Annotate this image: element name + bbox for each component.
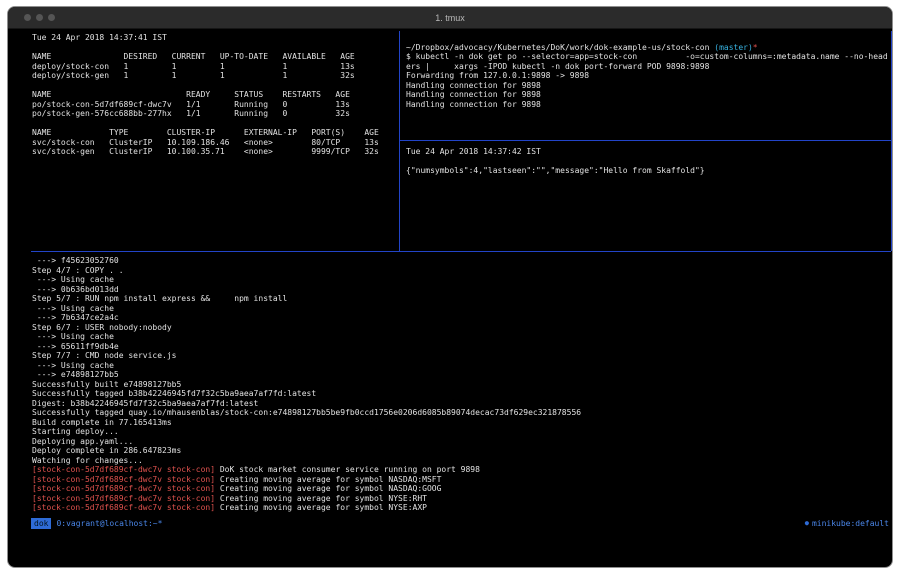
minimize-window-button[interactable]	[36, 14, 43, 21]
terminal-line: $ kubectl -n dok get po --selector=app=s…	[406, 52, 890, 62]
terminal-line: po/stock-gen-576cc688bb-277hx 1/1 Runnin…	[32, 109, 398, 119]
pod-log-message: Creating moving average for symbol NYSE:…	[215, 503, 427, 512]
terminal-line: Starting deploy...	[32, 427, 890, 437]
pod-log-prefix: [stock-con-5d7df689cf-dwc7v stock-con]	[32, 465, 215, 474]
terminal-line	[32, 43, 398, 53]
pane-port-forward[interactable]: ~/Dropbox/advocacy/Kubernetes/DoK/work/d…	[406, 33, 890, 139]
pane-border-horizontal-full	[31, 251, 891, 252]
terminal-line: ---> f45623052760	[32, 256, 890, 266]
pane-kubectl-resources[interactable]: Tue 24 Apr 2018 14:37:41 IST NAME DESIRED…	[32, 33, 398, 251]
terminal-line: ---> e74898127bb5	[32, 370, 890, 380]
terminal-line: Handling connection for 9898	[406, 81, 890, 91]
terminal-line: ---> 0b636bd013dd	[32, 285, 890, 295]
minikube-icon: ●	[805, 518, 809, 529]
kube-context-label: minikube:default	[812, 518, 889, 529]
pod-log-prefix: [stock-con-5d7df689cf-dwc7v stock-con]	[32, 494, 215, 503]
terminal-window: 1. tmux Tue 24 Apr 2018 14:37:41 IST NAME…	[7, 6, 893, 568]
terminal-line: Step 6/7 : USER nobody:nobody	[32, 323, 890, 333]
terminal-line: Tue 24 Apr 2018 14:37:41 IST	[32, 33, 398, 43]
terminal-line: [stock-con-5d7df689cf-dwc7v stock-con] C…	[32, 484, 890, 494]
terminal-line: Successfully tagged quay.io/mhausenblas/…	[32, 408, 890, 418]
close-window-button[interactable]	[24, 14, 31, 21]
traffic-lights	[24, 7, 55, 28]
terminal-line	[32, 119, 398, 129]
terminal-line: Forwarding from 127.0.0.1:9898 -> 9898	[406, 71, 890, 81]
tmux-status-bar: dok 0:vagrant@localhost:~* ● minikube:de…	[31, 518, 891, 529]
terminal-line: deploy/stock-con 1 1 1 1 13s	[32, 62, 398, 72]
terminal-line: Step 5/7 : RUN npm install express && np…	[32, 294, 890, 304]
screenshot-background: 1. tmux Tue 24 Apr 2018 14:37:41 IST NAME…	[0, 0, 900, 574]
terminal-line: NAME DESIRED CURRENT UP-TO-DATE AVAILABL…	[32, 52, 398, 62]
window-title: 1. tmux	[435, 13, 465, 23]
tmux-status-right: ● minikube:default	[805, 518, 891, 529]
terminal-line: {"numsymbols":4,"lastseen":"","message":…	[406, 166, 890, 176]
pod-log-message: Creating moving average for symbol NASDA…	[215, 475, 441, 484]
terminal-line: [stock-con-5d7df689cf-dwc7v stock-con] C…	[32, 475, 890, 485]
terminal-line: ~/Dropbox/advocacy/Kubernetes/DoK/work/d…	[406, 43, 890, 53]
terminal-line	[32, 81, 398, 91]
pane-service-response[interactable]: Tue 24 Apr 2018 14:37:42 IST {"numsymbols…	[406, 144, 890, 249]
window-titlebar[interactable]: 1. tmux	[8, 7, 892, 29]
terminal-line: NAME READY STATUS RESTARTS AGE	[32, 90, 398, 100]
terminal-line: ---> Using cache	[32, 332, 890, 342]
zoom-window-button[interactable]	[48, 14, 55, 21]
terminal-line: ---> 7b6347ce2a4c	[32, 313, 890, 323]
terminal-line: ers | xargs -IPOD kubectl -n dok port-fo…	[406, 62, 890, 72]
terminal-line: Deploying app.yaml...	[32, 437, 890, 447]
terminal-line: po/stock-con-5d7df689cf-dwc7v 1/1 Runnin…	[32, 100, 398, 110]
terminal-line: Step 7/7 : CMD node service.js	[32, 351, 890, 361]
terminal-line: Handling connection for 9898	[406, 100, 890, 110]
terminal-line	[406, 157, 890, 167]
cwd-path: ~/Dropbox/advocacy/Kubernetes/DoK/work/d…	[406, 43, 714, 52]
terminal-line: Handling connection for 9898	[406, 90, 890, 100]
terminal-line: Deploy complete in 286.647823ms	[32, 446, 890, 456]
pod-log-message: DoK stock market consumer service runnin…	[215, 465, 480, 474]
terminal-line: Build complete in 77.165413ms	[32, 418, 890, 428]
terminal-line: svc/stock-con ClusterIP 10.109.186.46 <n…	[32, 138, 398, 148]
pod-log-prefix: [stock-con-5d7df689cf-dwc7v stock-con]	[32, 484, 215, 493]
git-dirty-flag: *	[753, 43, 758, 52]
git-branch: (master)	[714, 43, 753, 52]
pane-border-horizontal-right	[400, 140, 891, 141]
tmux-window-list[interactable]: 0:vagrant@localhost:~*	[56, 518, 162, 529]
terminal-line: ---> Using cache	[32, 275, 890, 285]
terminal-line: Successfully built e74898127bb5	[32, 380, 890, 390]
terminal-line: svc/stock-gen ClusterIP 10.100.35.71 <no…	[32, 147, 398, 157]
pane-skaffold-build-log[interactable]: ---> f45623052760Step 4/7 : COPY . . ---…	[32, 256, 890, 518]
terminal-line: Digest: b38b42246945fd7f32c5ba9aea7af7fd…	[32, 399, 890, 409]
pod-log-prefix: [stock-con-5d7df689cf-dwc7v stock-con]	[32, 475, 215, 484]
pane-border-vertical	[399, 31, 400, 251]
pane-border-vertical-right	[891, 31, 892, 251]
terminal-line: Tue 24 Apr 2018 14:37:42 IST	[406, 147, 890, 157]
terminal-line: ---> Using cache	[32, 304, 890, 314]
terminal-line: [stock-con-5d7df689cf-dwc7v stock-con] C…	[32, 494, 890, 504]
terminal-line: ---> 65611ff9db4e	[32, 342, 890, 352]
terminal-line: deploy/stock-gen 1 1 1 1 32s	[32, 71, 398, 81]
tmux-session-name[interactable]: dok	[31, 518, 51, 529]
terminal-line: Successfully tagged b38b42246945fd7f32c5…	[32, 389, 890, 399]
terminal-line: NAME TYPE CLUSTER-IP EXTERNAL-IP PORT(S)…	[32, 128, 398, 138]
terminal-line	[406, 33, 890, 43]
pod-log-prefix: [stock-con-5d7df689cf-dwc7v stock-con]	[32, 503, 215, 512]
terminal-line: ---> Using cache	[32, 361, 890, 371]
terminal-line: Step 4/7 : COPY . .	[32, 266, 890, 276]
pod-log-message: Creating moving average for symbol NASDA…	[215, 484, 441, 493]
terminal-line: [stock-con-5d7df689cf-dwc7v stock-con] C…	[32, 503, 890, 513]
terminal-line: [stock-con-5d7df689cf-dwc7v stock-con] D…	[32, 465, 890, 475]
pod-log-message: Creating moving average for symbol NYSE:…	[215, 494, 427, 503]
terminal-line: Watching for changes...	[32, 456, 890, 466]
